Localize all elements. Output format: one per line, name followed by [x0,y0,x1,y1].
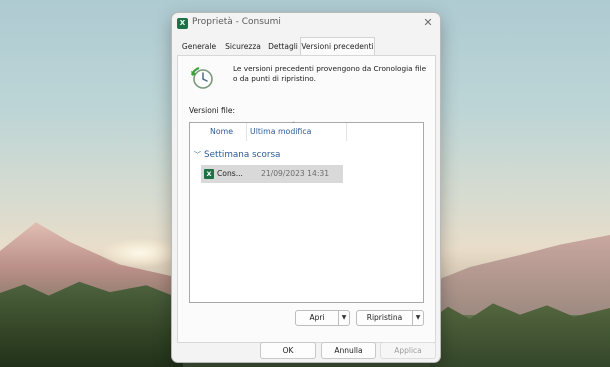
open-button[interactable]: Apri [296,311,338,325]
column-separator[interactable] [246,123,247,141]
open-dropdown-arrow-icon[interactable]: ▼ [338,311,349,325]
excel-app-icon: X [177,18,188,29]
open-split-button: Apri ▼ [295,310,350,326]
apply-button[interactable]: Applica [380,342,436,359]
chevron-down-icon[interactable]: ﹀ [194,150,204,160]
column-modified[interactable]: Ultima modifica [250,127,311,136]
window-title: Proprietà - Consumi [192,17,281,27]
file-history-icon [190,66,213,89]
file-name: Cons... [217,169,243,178]
versions-label: Versioni file: [189,106,235,115]
restore-button[interactable]: Ripristina [357,311,412,325]
group-header[interactable]: ﹀ Settimana scorsa [194,150,280,160]
column-header: ⌃ Nome Ultima modifica [190,121,423,141]
restore-split-button: Ripristina ▼ [356,310,424,326]
ok-button[interactable]: OK [260,342,316,359]
title-bar[interactable]: X Proprietà - Consumi ✕ [172,13,440,35]
versions-panel: Le versioni precedenti provengono da Cro… [177,55,436,343]
wallpaper-sun-glow [100,238,180,268]
tab-generale[interactable]: Generale [179,39,219,54]
versions-list[interactable]: ⌃ Nome Ultima modifica ﹀ Settimana scorsa… [189,121,424,303]
file-row[interactable]: X Cons... 21/09/2023 14:31 [201,165,343,183]
restore-dropdown-arrow-icon[interactable]: ▼ [412,311,423,325]
column-separator[interactable] [346,123,347,141]
tab-strip: Generale Sicurezza Dettagli Versioni pre… [176,37,436,56]
close-button[interactable]: ✕ [421,16,435,30]
cancel-button[interactable]: Annulla [321,342,376,359]
file-modified-date: 21/09/2023 14:31 [261,169,330,178]
properties-dialog: X Proprietà - Consumi ✕ Generale Sicurez… [171,12,441,363]
column-name[interactable]: Nome [210,127,233,136]
tab-sicurezza[interactable]: Sicurezza [223,39,263,54]
excel-file-icon: X [204,169,214,179]
description-text: Le versioni precedenti provengono da Cro… [233,64,427,83]
tab-versioni-precedenti[interactable]: Versioni precedenti [300,37,375,56]
tab-dettagli[interactable]: Dettagli [266,39,300,54]
group-label: Settimana scorsa [204,150,281,160]
